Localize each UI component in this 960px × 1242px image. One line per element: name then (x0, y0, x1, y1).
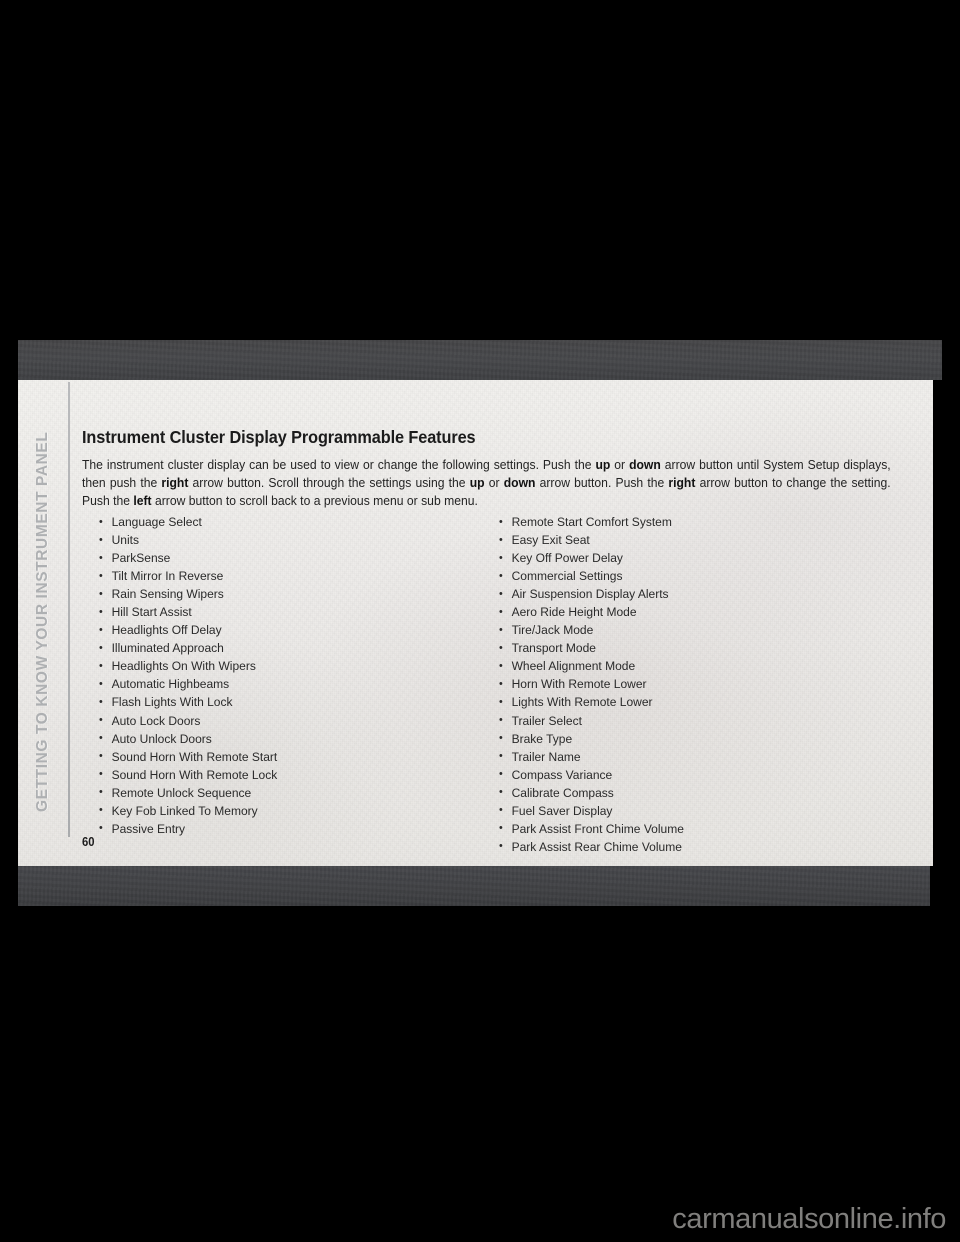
page-content: Instrument Cluster Display Programmable … (82, 380, 933, 866)
feature-list-item: Aero Ride Height Mode (498, 603, 886, 621)
feature-list-item: Commercial Settings (498, 567, 886, 585)
feature-list-item: Key Off Power Delay (498, 549, 886, 567)
feature-list-item: Auto Unlock Doors (98, 729, 467, 748)
section-title: Instrument Cluster Display Programmable … (82, 427, 476, 447)
chapter-tab-rule (68, 382, 70, 837)
paragraph-text-8: arrow button to scroll back to a previou… (151, 494, 478, 509)
page-number: 60 (82, 835, 95, 849)
feature-column-right: Remote Start Comfort SystemEasy Exit Sea… (498, 512, 898, 856)
feature-list-item: Passive Entry (98, 819, 467, 838)
feature-list-item: Easy Exit Seat (498, 531, 886, 549)
feature-list-item: Tilt Mirror In Reverse (98, 567, 467, 585)
feature-columns: Language SelectUnitsParkSenseTilt Mirror… (82, 512, 933, 858)
paragraph-text-1: The instrument cluster display can be us… (82, 458, 596, 472)
keyword-up-1: up (595, 458, 611, 472)
feature-list-item: Remote Unlock Sequence (98, 783, 467, 802)
site-watermark: carmanualsonline.info (672, 1203, 946, 1235)
feature-list-item: Remote Start Comfort System (498, 512, 886, 531)
feature-list-item: Headlights Off Delay (98, 621, 467, 639)
feature-list-left: Language SelectUnitsParkSenseTilt Mirror… (98, 512, 478, 838)
page-bottom-dark-band (18, 866, 930, 906)
keyword-right-2: right (668, 476, 696, 491)
paragraph-text-5: or (484, 476, 504, 491)
feature-list-item: Transport Mode (498, 639, 886, 657)
keyword-right-1: right (161, 476, 189, 491)
paragraph-text-2: or (610, 458, 630, 472)
feature-list-item: ParkSense (98, 549, 467, 567)
feature-list-item: Trailer Name (498, 747, 886, 766)
feature-list-item: Park Assist Rear Chime Volume (498, 837, 886, 856)
feature-list-item: Wheel Alignment Mode (498, 657, 886, 675)
feature-list-item: Compass Variance (498, 765, 886, 784)
keyword-down-2: down (503, 476, 536, 491)
feature-list-item: Auto Lock Doors (98, 711, 467, 730)
feature-list-item: Tire/Jack Mode (498, 621, 886, 639)
keyword-left: left (133, 494, 152, 509)
scanned-page-spread: GETTING TO KNOW YOUR INSTRUMENT PANEL In… (0, 340, 960, 906)
feature-list-item: Flash Lights With Lock (98, 693, 467, 711)
keyword-down-1: down (629, 458, 661, 472)
feature-column-left: Language SelectUnitsParkSenseTilt Mirror… (98, 512, 478, 838)
feature-list-item: Language Select (98, 512, 467, 531)
keyword-up-2: up (469, 476, 485, 491)
feature-list-item: Key Fob Linked To Memory (98, 801, 467, 820)
feature-list-item: Lights With Remote Lower (498, 693, 886, 711)
chapter-tab-label: GETTING TO KNOW YOUR INSTRUMENT PANEL (34, 431, 51, 812)
feature-list-item: Automatic Highbeams (98, 675, 467, 693)
chapter-side-tab: GETTING TO KNOW YOUR INSTRUMENT PANEL (18, 380, 82, 866)
paragraph-text-4: arrow button. Scroll through the setting… (188, 476, 470, 491)
page-top-dark-band (18, 340, 942, 380)
feature-list-item: Park Assist Front Chime Volume (498, 819, 886, 838)
feature-list-item: Units (98, 531, 467, 549)
feature-list-item: Sound Horn With Remote Lock (98, 765, 467, 784)
feature-list-item: Sound Horn With Remote Start (98, 747, 467, 766)
section-paragraph: The instrument cluster display can be us… (82, 456, 891, 511)
paragraph-text-6: arrow button. Push the (535, 476, 669, 491)
feature-list-item: Hill Start Assist (98, 603, 467, 621)
feature-list-right: Remote Start Comfort SystemEasy Exit Sea… (498, 512, 898, 856)
feature-list-item: Headlights On With Wipers (98, 657, 467, 675)
feature-list-item: Air Suspension Display Alerts (498, 585, 886, 603)
feature-list-item: Calibrate Compass (498, 783, 886, 802)
feature-list-item: Fuel Saver Display (498, 801, 886, 820)
manual-page: GETTING TO KNOW YOUR INSTRUMENT PANEL In… (18, 380, 933, 866)
feature-list-item: Rain Sensing Wipers (98, 585, 467, 603)
feature-list-item: Brake Type (498, 729, 886, 748)
feature-list-item: Horn With Remote Lower (498, 675, 886, 693)
feature-list-item: Trailer Select (498, 711, 886, 730)
feature-list-item: Illuminated Approach (98, 639, 467, 657)
